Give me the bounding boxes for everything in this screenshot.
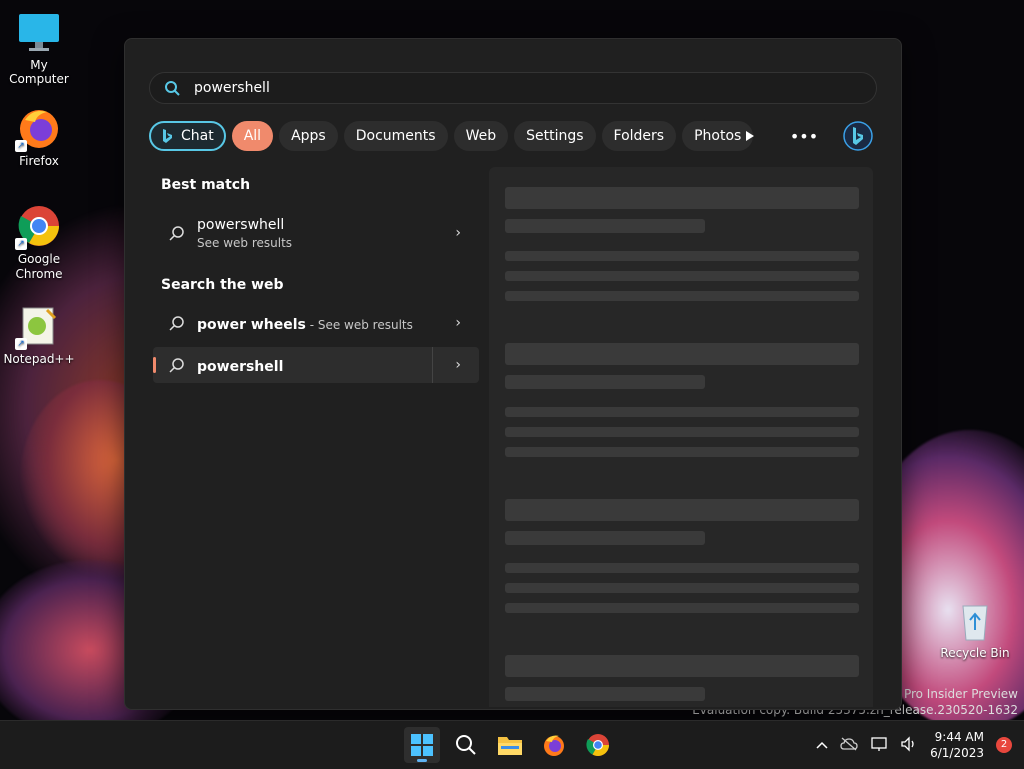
volume-icon[interactable] <box>900 735 918 755</box>
skeleton-bar <box>505 583 859 593</box>
skeleton-bar <box>505 563 859 573</box>
skeleton-bar <box>505 687 705 701</box>
more-options-button[interactable]: ••• <box>789 121 819 151</box>
shortcut-arrow-icon: ↗ <box>15 140 27 152</box>
chip-chat[interactable]: Chat <box>149 121 226 151</box>
selection-indicator <box>153 357 156 373</box>
best-match-result[interactable]: powerswhell See web results › <box>153 211 479 255</box>
taskbar-firefox[interactable] <box>536 727 572 763</box>
clock-date: 6/1/2023 <box>930 746 984 760</box>
skeleton-bar <box>505 251 859 261</box>
taskbar-file-explorer[interactable] <box>492 727 528 763</box>
notepadpp-icon: ↗ <box>15 304 61 350</box>
chevron-right-icon[interactable]: › <box>455 357 461 373</box>
clock[interactable]: 9:44 AM 6/1/2023 <box>930 729 984 761</box>
desktop-icon-chrome[interactable]: ↗ Google Chrome <box>1 204 77 282</box>
ellipsis-icon: ••• <box>789 126 819 146</box>
skeleton-bar <box>505 187 859 209</box>
skeleton-bar <box>505 271 859 281</box>
firefox-icon <box>544 735 564 756</box>
taskbar-search-button[interactable] <box>448 727 484 763</box>
chip-settings[interactable]: Settings <box>514 121 596 151</box>
start-search-panel: Chat All Apps Documents Web Settings Fol… <box>124 38 902 710</box>
chevron-right-icon: › <box>455 315 461 331</box>
skeleton-bar <box>505 343 859 365</box>
desktop-icon-label: Firefox <box>19 154 59 168</box>
monitor-icon <box>17 10 61 54</box>
notification-badge[interactable]: 2 <box>996 737 1012 753</box>
chip-all[interactable]: All <box>231 121 274 151</box>
start-button[interactable] <box>404 727 440 763</box>
search-icon <box>169 316 184 331</box>
skeleton-bar <box>505 499 859 521</box>
chip-documents[interactable]: Documents <box>343 121 448 151</box>
windows-logo-icon <box>411 734 433 756</box>
taskbar: 9:44 AM 6/1/2023 2 <box>0 720 1024 769</box>
chip-apps[interactable]: Apps <box>279 121 338 151</box>
chrome-icon: ↗ <box>15 204 61 250</box>
desktop-icon-recycle-bin[interactable]: Recycle Bin <box>937 598 1013 660</box>
search-icon <box>169 226 184 241</box>
search-web-title: Search the web <box>161 277 284 293</box>
onedrive-offline-icon[interactable] <box>840 737 858 754</box>
skeleton-bar <box>505 407 859 417</box>
best-match-title: Best match <box>161 177 251 193</box>
show-hidden-icons-chevron-icon[interactable] <box>816 738 828 752</box>
bing-logo-icon <box>843 121 873 151</box>
skeleton-bar <box>505 531 705 545</box>
skeleton-bar <box>505 603 859 613</box>
chrome-icon <box>586 734 609 756</box>
play-arrow-icon <box>746 131 754 141</box>
desktop-icon-label: My Computer <box>9 58 69 86</box>
taskbar-chrome[interactable] <box>580 727 616 763</box>
web-result[interactable]: power wheels - See web results › <box>153 305 479 341</box>
skeleton-bar <box>505 655 859 677</box>
desktop-icon-notepadpp[interactable]: ↗ Notepad++ <box>1 304 77 366</box>
skeleton-bar <box>505 375 705 389</box>
filter-chips: Chat All Apps Documents Web Settings Fol… <box>149 121 754 151</box>
shortcut-arrow-icon: ↗ <box>15 338 27 350</box>
clock-time: 9:44 AM <box>934 730 984 744</box>
skeleton-bar <box>505 219 705 233</box>
chevron-right-icon: › <box>455 225 461 241</box>
skeleton-bar <box>505 427 859 437</box>
chip-folders[interactable]: Folders <box>601 121 677 151</box>
search-icon <box>165 81 180 96</box>
result-divider <box>432 347 433 383</box>
search-box[interactable] <box>149 72 877 104</box>
desktop-icon-label: Recycle Bin <box>940 646 1010 660</box>
search-input[interactable] <box>192 79 796 97</box>
skeleton-bar <box>505 447 859 457</box>
desktop-icon-label: Google Chrome <box>15 252 63 281</box>
firefox-icon: ↗ <box>15 106 61 152</box>
network-icon[interactable] <box>870 736 888 755</box>
search-icon <box>169 358 184 373</box>
web-result-selected[interactable]: powershell › <box>153 347 479 383</box>
more-categories-button[interactable] <box>735 121 765 151</box>
bing-icon <box>163 129 172 143</box>
desktop-icon-firefox[interactable]: ↗ Firefox <box>1 106 77 168</box>
recycle-bin-icon <box>953 598 997 642</box>
results-list: Best match powerswhell See web results ›… <box>153 167 479 383</box>
taskbar-apps <box>404 727 616 763</box>
chip-web[interactable]: Web <box>453 121 509 151</box>
desktop-icon-my-computer[interactable]: My Computer <box>1 10 77 86</box>
desktop-icon-label: Notepad++ <box>3 352 75 366</box>
search-toolbar-right: ••• <box>735 121 873 151</box>
search-icon <box>456 735 476 755</box>
bing-chat-button[interactable] <box>843 121 873 151</box>
system-tray: 9:44 AM 6/1/2023 2 <box>816 721 1012 769</box>
folder-icon <box>498 737 522 755</box>
preview-pane-loading <box>489 167 873 707</box>
shortcut-arrow-icon: ↗ <box>15 238 27 250</box>
skeleton-bar <box>505 291 859 301</box>
